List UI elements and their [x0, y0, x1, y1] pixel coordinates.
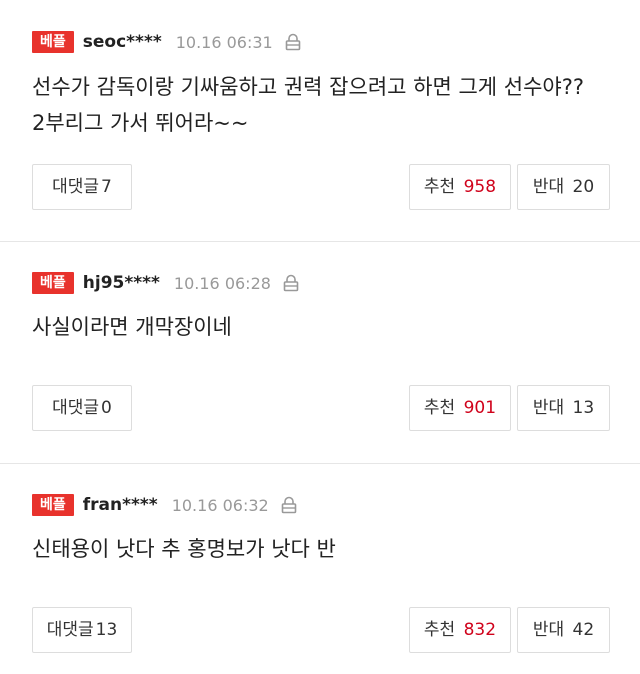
- oppose-label: 반대: [532, 177, 565, 197]
- lock-icon: [285, 33, 301, 51]
- reply-label: 대댓글: [46, 620, 94, 640]
- recommend-button[interactable]: 추천 958: [409, 164, 511, 210]
- oppose-label: 반대: [532, 398, 565, 418]
- user-nickname[interactable]: fran****: [83, 495, 158, 515]
- comment-text: 선수가 감독이랑 기싸움하고 권력 잡으려고 하면 그게 선수야?? 2부리그 …: [32, 69, 584, 141]
- best-badge: 베플: [32, 272, 74, 294]
- user-nickname[interactable]: seoc****: [83, 32, 162, 52]
- reply-button[interactable]: 대댓글 0: [32, 385, 132, 431]
- reply-button[interactable]: 대댓글 7: [32, 164, 132, 210]
- reply-count: 7: [101, 177, 112, 197]
- comment-line: 신태용이 낫다 추 홍명보가 낫다 반: [32, 537, 336, 561]
- comment-text: 신태용이 낫다 추 홍명보가 낫다 반: [32, 531, 336, 567]
- reply-label: 대댓글: [52, 177, 100, 197]
- reply-button[interactable]: 대댓글 13: [32, 607, 132, 653]
- comment-text: 사실이라면 개막장이네: [32, 309, 232, 345]
- timestamp: 10.16 06:32: [171, 495, 269, 515]
- reply-count: 13: [95, 620, 118, 640]
- oppose-button[interactable]: 반대 20: [517, 164, 610, 210]
- oppose-button[interactable]: 반대 42: [517, 607, 610, 653]
- user-nickname[interactable]: hj95****: [83, 273, 160, 293]
- oppose-count: 42: [572, 620, 595, 640]
- comment-line: 2부리그 가서 뛰어라~~: [32, 111, 249, 135]
- recommend-count: 901: [463, 398, 497, 418]
- reply-label: 대댓글: [52, 398, 100, 418]
- comment-item: 베플 seoc**** 10.16 06:31 선수가 감독이랑 기싸움하고 권…: [0, 0, 640, 242]
- timestamp: 10.16 06:28: [173, 273, 271, 293]
- comment-header: 베플 hj95**** 10.16 06:28: [32, 271, 299, 295]
- recommend-count: 958: [463, 177, 497, 197]
- recommend-button[interactable]: 추천 901: [409, 385, 511, 431]
- best-badge: 베플: [32, 31, 74, 53]
- best-badge: 베플: [32, 494, 74, 516]
- lock-icon: [283, 274, 299, 292]
- oppose-count: 20: [572, 177, 595, 197]
- comment-line: 사실이라면 개막장이네: [32, 315, 232, 339]
- comment-line: 선수가 감독이랑 기싸움하고 권력 잡으려고 하면 그게 선수야??: [32, 75, 585, 99]
- oppose-label: 반대: [532, 620, 565, 640]
- recommend-label: 추천: [423, 398, 456, 418]
- comment-header: 베플 seoc**** 10.16 06:31: [32, 30, 301, 54]
- comment-item: 베플 hj95**** 10.16 06:28 사실이라면 개막장이네 대댓글 0…: [0, 242, 640, 464]
- recommend-button[interactable]: 추천 832: [409, 607, 511, 653]
- timestamp: 10.16 06:31: [175, 32, 273, 52]
- recommend-count: 832: [463, 620, 497, 640]
- lock-icon: [281, 496, 297, 514]
- oppose-count: 13: [572, 398, 595, 418]
- comment-item: 베플 fran**** 10.16 06:32 신태용이 낫다 추 홍명보가 낫…: [0, 464, 640, 674]
- recommend-label: 추천: [423, 177, 456, 197]
- oppose-button[interactable]: 반대 13: [517, 385, 610, 431]
- reply-count: 0: [101, 398, 112, 418]
- comment-header: 베플 fran**** 10.16 06:32: [32, 493, 297, 517]
- recommend-label: 추천: [423, 620, 456, 640]
